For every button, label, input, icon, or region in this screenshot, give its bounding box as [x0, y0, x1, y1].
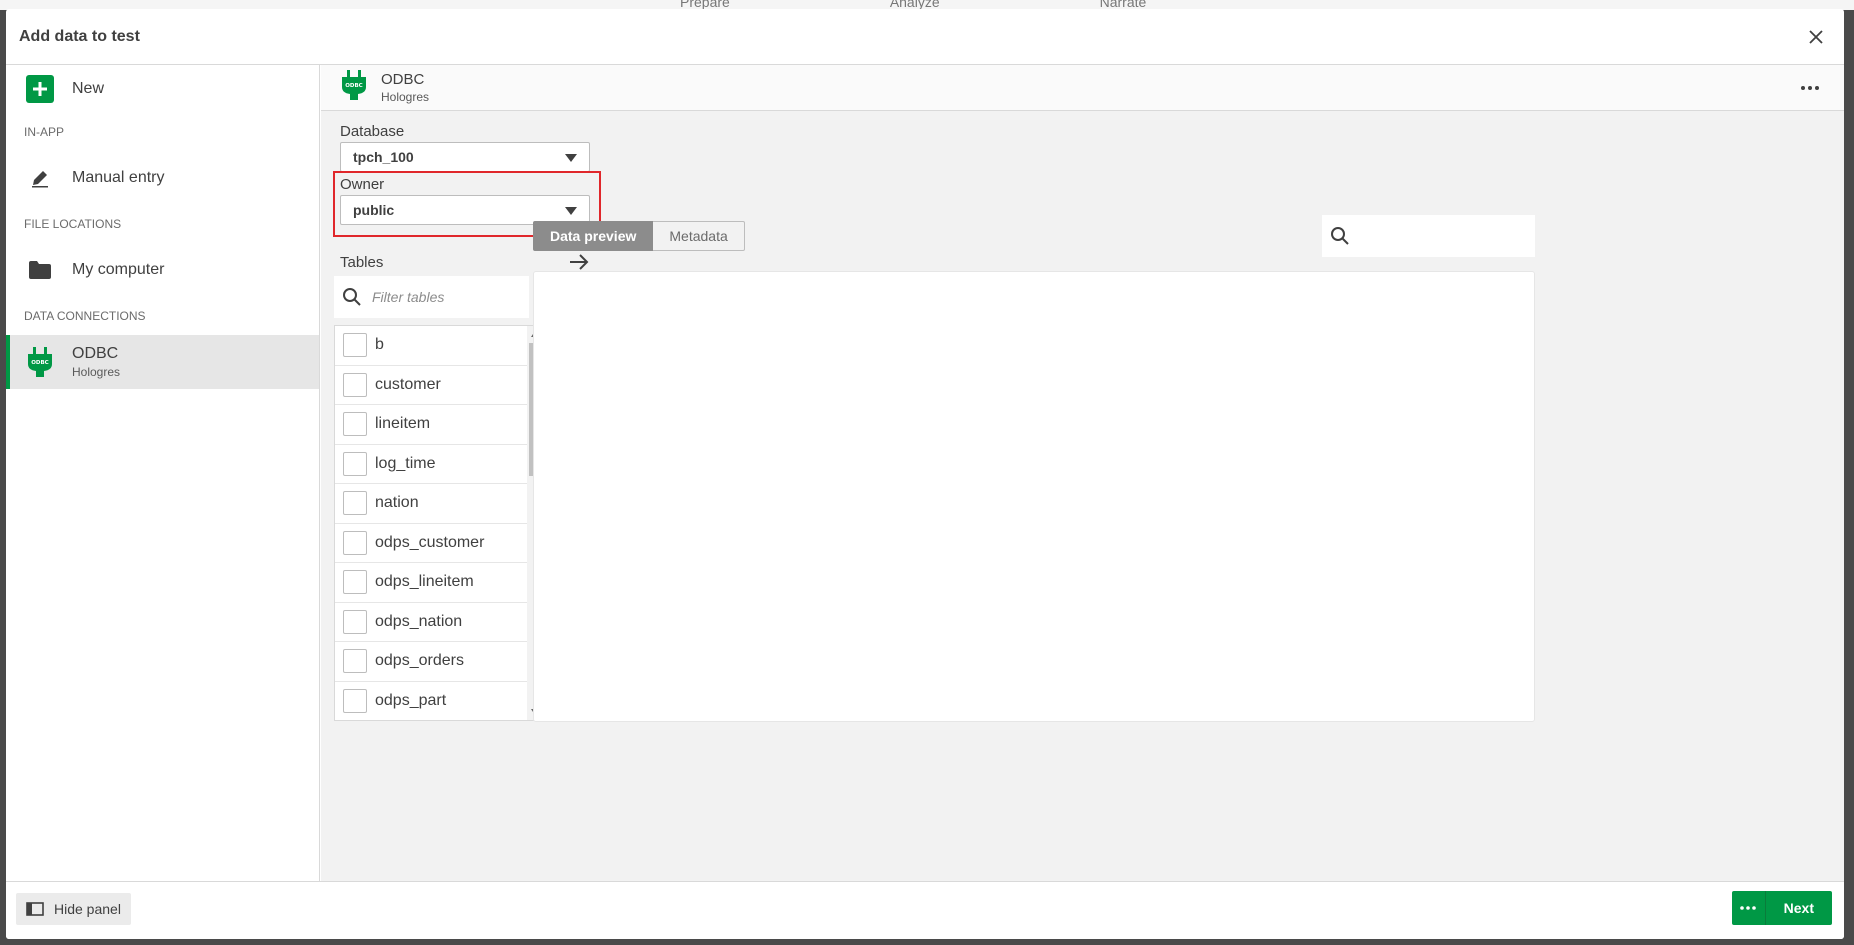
section-in-app: IN-APP: [24, 125, 65, 139]
connection-header-name: ODBC: [381, 70, 425, 88]
table-checkbox[interactable]: [343, 530, 367, 555]
dialog-title: Add data to test: [19, 27, 140, 45]
plus-icon: [24, 73, 56, 105]
odbc-plug-icon: ODBC: [24, 346, 56, 378]
tab-metadata[interactable]: Metadata: [653, 221, 745, 251]
main-panel: ODBC ODBC Hologres Database tpch_100 Own…: [321, 65, 1844, 881]
table-row[interactable]: odps_lineitem: [335, 563, 528, 603]
sidebar-item-odbc[interactable]: ODBC ODBC Hologres: [6, 335, 319, 389]
database-select[interactable]: tpch_100: [340, 142, 590, 172]
dialog-header: Add data to test: [6, 9, 1844, 65]
table-row[interactable]: customer: [335, 366, 528, 405]
table-checkbox[interactable]: [343, 412, 367, 437]
arrow-right-icon: [570, 254, 589, 270]
connection-header-sub: Hologres: [381, 89, 430, 104]
owner-value: public: [353, 202, 395, 218]
tab-data-preview[interactable]: Data preview: [533, 221, 654, 251]
next-button[interactable]: Next: [1765, 891, 1832, 925]
sidebar-item-label: New: [72, 80, 105, 97]
preview-search-field[interactable]: [1322, 215, 1535, 257]
sidebar-item-my-computer[interactable]: My computer: [6, 243, 319, 297]
connection-header: ODBC ODBC Hologres: [321, 65, 1844, 111]
close-icon: [1809, 30, 1823, 44]
sidebar: New IN-APP Manual entry FILE LOCATIONS M…: [6, 65, 320, 881]
hide-panel-button[interactable]: Hide panel: [16, 893, 131, 925]
section-data-connections: DATA CONNECTIONS: [24, 309, 146, 323]
more-options-button[interactable]: [1798, 77, 1822, 99]
sidebar-item-new[interactable]: New: [6, 65, 319, 113]
add-data-dialog: Add data to test New IN-APP Manual entry…: [6, 9, 1844, 939]
table-checkbox[interactable]: [343, 491, 367, 516]
table-name: log_time: [375, 454, 436, 472]
caret-down-icon: [565, 207, 577, 215]
table-row[interactable]: odps_nation: [335, 603, 528, 642]
owner-label: Owner: [340, 176, 385, 193]
table-checkbox[interactable]: [343, 570, 367, 595]
table-checkbox[interactable]: [343, 451, 367, 476]
table-name: odps_part: [375, 691, 447, 709]
database-label: Database: [340, 123, 405, 140]
expand-tables-button[interactable]: [568, 253, 592, 273]
table-checkbox[interactable]: [343, 333, 367, 358]
connection-header-text: ODBC Hologres: [381, 71, 429, 104]
filter-tables-placeholder: Filter tables: [372, 289, 445, 305]
more-horizontal-icon: [1740, 906, 1756, 910]
preview-tabs: Data preview Metadata: [533, 221, 745, 251]
next-options-button[interactable]: [1731, 891, 1766, 925]
svg-text:ODBC: ODBC: [31, 360, 48, 366]
more-horizontal-icon: [1801, 86, 1819, 90]
connection-sub: Hologres: [72, 365, 121, 380]
data-preview-area: [533, 271, 1535, 722]
table-checkbox[interactable]: [343, 688, 367, 713]
table-checkbox[interactable]: [343, 609, 367, 634]
table-name: odps_customer: [375, 533, 485, 551]
next-button-group: Next: [1731, 891, 1832, 925]
table-checkbox[interactable]: [343, 372, 367, 397]
table-row[interactable]: nation: [335, 484, 528, 524]
hide-panel-label: Hide panel: [54, 901, 121, 917]
connection-text: ODBC Hologres: [72, 344, 120, 380]
section-file-locations: FILE LOCATIONS: [24, 217, 122, 231]
table-name: customer: [375, 375, 441, 393]
filter-tables-field[interactable]: Filter tables: [334, 276, 529, 318]
tables-label: Tables: [340, 254, 384, 271]
table-checkbox[interactable]: [343, 649, 367, 674]
pencil-icon: [24, 162, 56, 194]
search-icon: [343, 288, 361, 306]
caret-down-icon: [565, 154, 577, 162]
table-name: lineitem: [375, 415, 431, 433]
panel-icon: [26, 902, 44, 916]
close-button[interactable]: [1802, 23, 1830, 51]
sidebar-item-manual-entry[interactable]: Manual entry: [6, 151, 319, 205]
connection-name: ODBC: [72, 345, 119, 363]
table-row[interactable]: odps_orders: [335, 642, 528, 682]
table-name: odps_orders: [375, 652, 464, 670]
table-name: nation: [375, 494, 419, 512]
svg-text:ODBC: ODBC: [345, 83, 362, 89]
table-name: odps_lineitem: [375, 573, 474, 591]
dialog-footer: Hide panel Next: [6, 881, 1844, 939]
table-row[interactable]: odps_part: [335, 682, 528, 721]
table-row[interactable]: log_time: [335, 445, 528, 484]
table-row[interactable]: lineitem: [335, 405, 528, 445]
tables-list: b customer lineitem log_time nation odps…: [334, 325, 544, 721]
odbc-plug-icon: ODBC: [341, 70, 367, 105]
sidebar-item-label: Manual entry: [72, 169, 165, 186]
table-name: b: [375, 336, 384, 354]
table-row[interactable]: odps_customer: [335, 524, 528, 563]
search-icon: [1331, 227, 1349, 245]
sidebar-item-label: My computer: [72, 261, 165, 278]
table-row[interactable]: b: [335, 326, 528, 366]
table-name: odps_nation: [375, 612, 463, 630]
database-value: tpch_100: [353, 149, 414, 165]
folder-icon: [24, 254, 56, 286]
